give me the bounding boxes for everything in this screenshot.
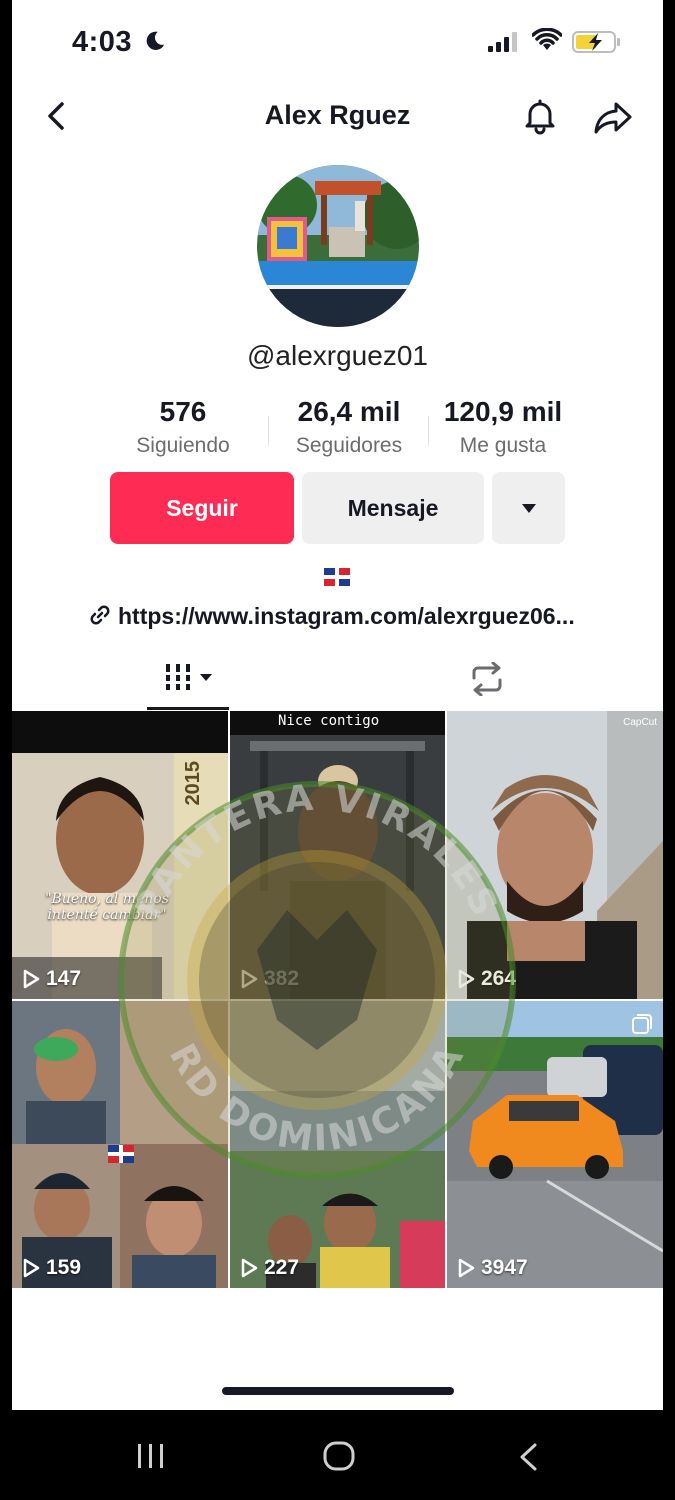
video-thumbnail[interactable]: 3947	[447, 1001, 663, 1288]
video-thumbnail-image	[12, 711, 228, 999]
do-not-disturb-moon-icon	[146, 31, 165, 50]
home-button-icon[interactable]	[322, 1440, 356, 1472]
active-tab-indicator	[147, 707, 229, 710]
dominican-flag-icon	[324, 568, 350, 586]
content-tabs	[12, 652, 663, 710]
video-view-count: 264	[481, 967, 517, 990]
video-thumbnail[interactable]: CapCut 264	[447, 711, 663, 999]
video-caption: "Bueno, al menos intenté cambiar"	[45, 891, 169, 923]
stat-following-label: Siguiendo	[136, 434, 230, 457]
video-thumbnail[interactable]: Nice contigo 382	[230, 711, 445, 999]
stat-likes[interactable]: 120,9 mil Me gusta	[430, 396, 576, 458]
video-view-count: 227	[264, 1256, 300, 1279]
multi-image-icon	[632, 1014, 652, 1034]
stat-following-value: 576	[159, 396, 207, 427]
play-icon	[23, 1258, 40, 1278]
video-thumbnail-image	[230, 1001, 445, 1288]
recent-apps-icon[interactable]	[136, 1442, 166, 1470]
profile-header: Alex Rguez	[12, 88, 663, 144]
stat-followers-label: Seguidores	[295, 434, 403, 457]
home-indicator[interactable]	[222, 1387, 454, 1395]
video-side-text: 2015	[182, 761, 204, 806]
video-thumbnail-image	[447, 711, 663, 999]
more-options-button[interactable]	[492, 472, 565, 544]
share-icon[interactable]	[592, 98, 636, 138]
video-view-count: 382	[264, 967, 300, 990]
link-icon	[90, 605, 110, 625]
video-views: 382	[240, 967, 299, 991]
page-title: Alex Rguez	[264, 100, 411, 130]
wifi-icon	[532, 28, 562, 50]
cellular-signal-icon	[488, 32, 517, 52]
bio-link[interactable]: https://www.instagram.com/alexrguez06...	[88, 603, 575, 630]
video-thumbnail[interactable]: 2015 "Bueno, al menos intenté cambiar" 1…	[12, 711, 228, 999]
capcut-badge: CapCut	[623, 717, 657, 728]
caret-down-icon	[521, 504, 536, 513]
battery-charging-icon	[572, 31, 620, 53]
dominican-flag-icon	[108, 1145, 134, 1163]
video-view-count: 159	[46, 1256, 82, 1279]
video-caption: Nice contigo	[278, 713, 380, 729]
video-views: 147	[22, 967, 81, 991]
video-views: 3947	[457, 1256, 528, 1280]
play-icon	[241, 969, 258, 989]
profile-stats: 576 Siguiendo 26,4 mil Seguidores 120,9 …	[122, 396, 562, 466]
video-thumbnail-image	[447, 1001, 663, 1288]
bio-link-text: https://www.instagram.com/alexrguez06...	[118, 603, 575, 629]
video-thumbnail-image	[230, 711, 445, 999]
status-bar: 4:03	[12, 0, 663, 80]
stat-likes-value: 120,9 mil	[443, 396, 563, 427]
video-view-count: 147	[46, 967, 82, 990]
phone-screen: 4:03 Alex Rguez @alexrguez01 576 Siguien…	[12, 0, 663, 1410]
stat-following[interactable]: 576 Siguiendo	[122, 396, 244, 458]
video-grid: 2015 "Bueno, al menos intenté cambiar" 1…	[12, 711, 663, 1288]
video-grid-icon	[164, 664, 212, 690]
stat-followers-value: 26,4 mil	[297, 396, 401, 427]
play-icon	[23, 969, 40, 989]
avatar[interactable]	[257, 165, 419, 327]
video-thumbnail[interactable]: 159	[12, 1001, 228, 1288]
video-view-count: 3947	[481, 1256, 528, 1279]
message-button[interactable]: Mensaje	[302, 472, 484, 544]
back-button-icon[interactable]	[516, 1442, 540, 1472]
system-navigation-bar	[0, 1410, 675, 1500]
play-icon	[458, 969, 475, 989]
tab-videos[interactable]	[164, 660, 226, 699]
notification-bell-icon[interactable]	[520, 96, 560, 136]
stat-divider	[428, 416, 429, 446]
tab-reposts[interactable]	[468, 661, 506, 701]
stat-followers[interactable]: 26,4 mil Seguidores	[278, 396, 420, 458]
video-views: 159	[22, 1256, 81, 1280]
follow-button[interactable]: Seguir	[110, 472, 294, 544]
play-icon	[241, 1258, 258, 1278]
video-views: 227	[240, 1256, 299, 1280]
stat-divider	[268, 416, 269, 446]
stat-likes-label: Me gusta	[459, 434, 547, 457]
video-views: 264	[457, 967, 516, 991]
play-icon	[458, 1258, 475, 1278]
repost-icon	[472, 661, 502, 697]
video-thumbnail[interactable]: 227	[230, 1001, 445, 1288]
profile-handle: @alexrguez01	[247, 340, 428, 371]
status-time: 4:03	[72, 26, 133, 58]
